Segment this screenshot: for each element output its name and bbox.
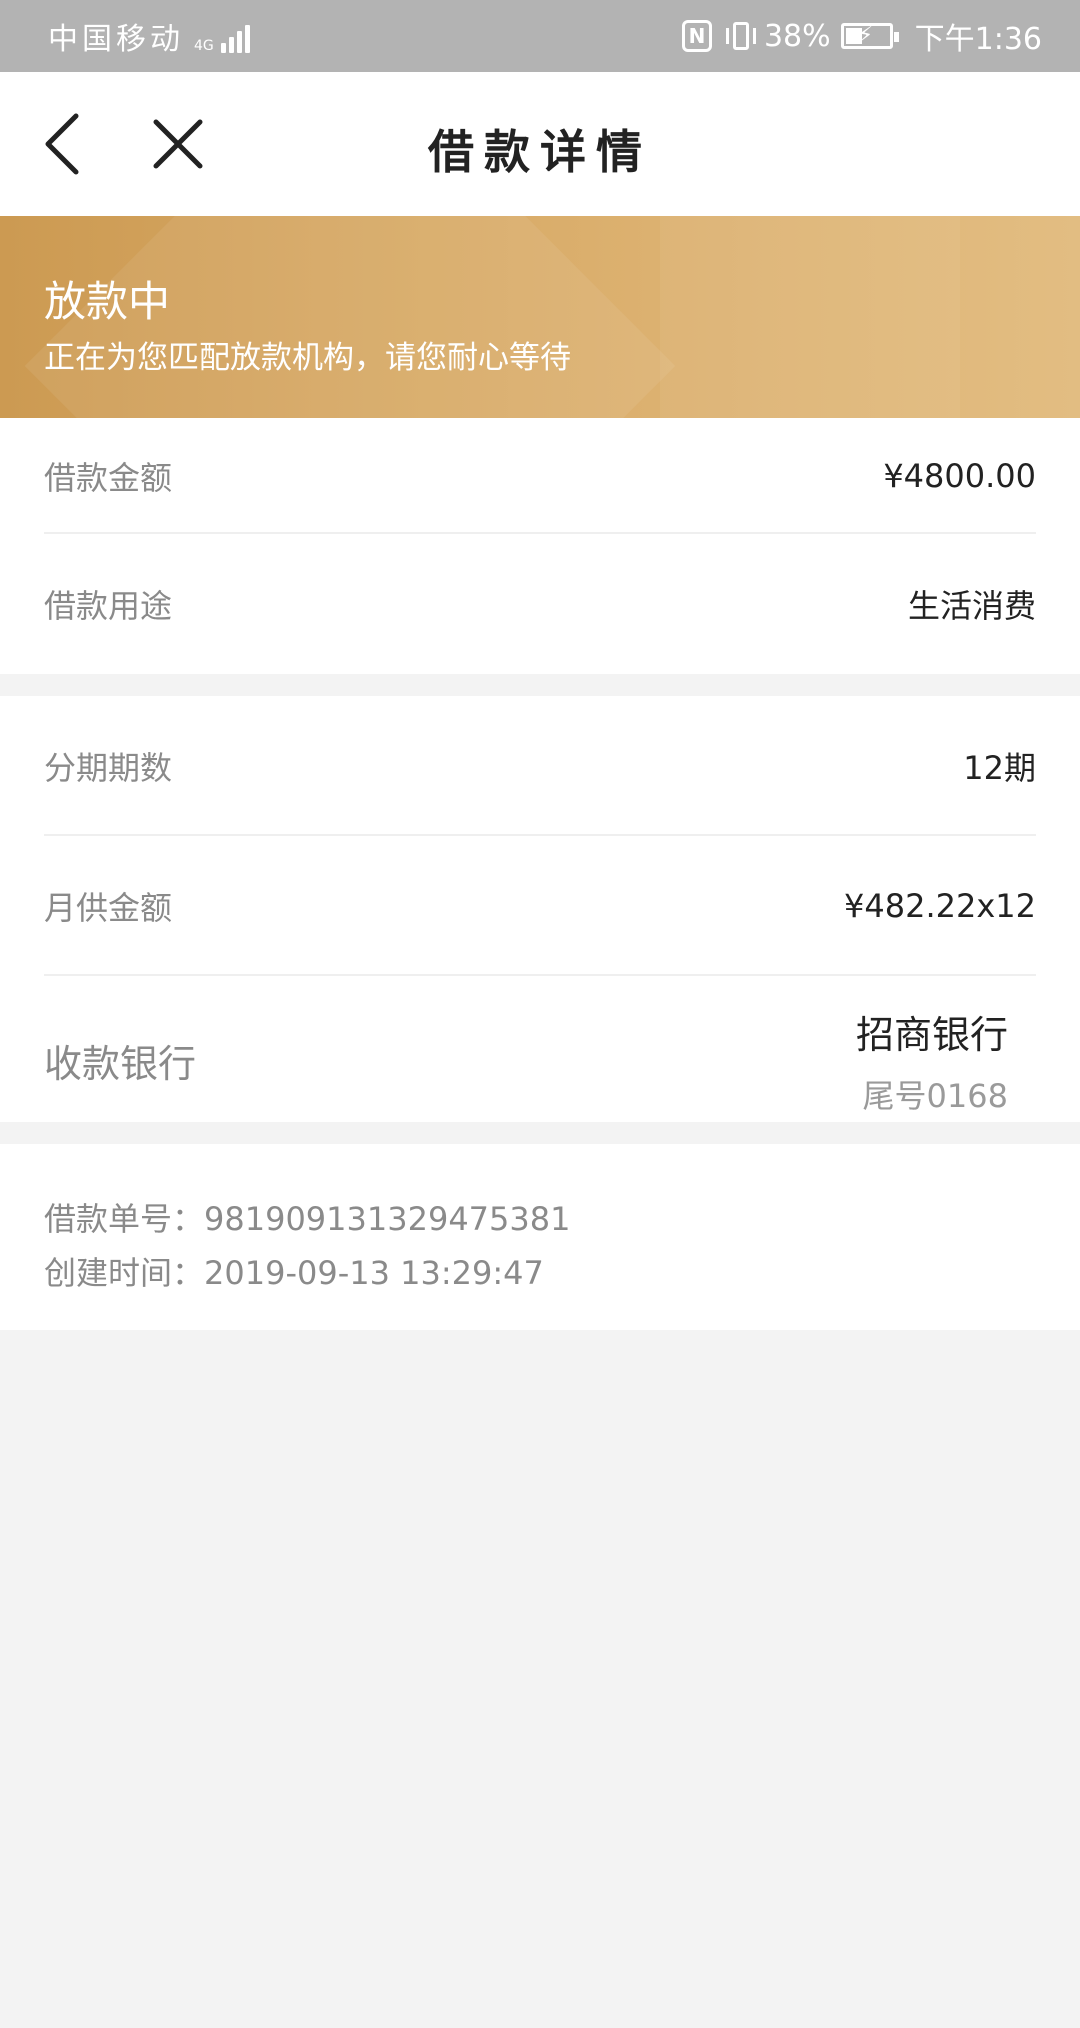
carrier-name: 中国移动 (48, 22, 184, 57)
loan-amount-row: 借款金额 ¥4800.00 (44, 418, 1036, 534)
bank-card-tail: 尾号0168 (862, 1076, 1008, 1115)
receiving-bank-info: 招商银行 尾号0168 (856, 1004, 1008, 1117)
installment-periods-row: 分期期数 12期 (44, 696, 1036, 836)
receiving-bank-label: 收款银行 (44, 1041, 197, 1086)
loan-purpose-row: 借款用途 生活消费 (44, 534, 1036, 674)
created-time: 创建时间：2019-09-13 13:29:47 (44, 1254, 544, 1292)
battery-percent: 38% (763, 18, 831, 54)
bank-name: 招商银行 (855, 1012, 1008, 1057)
order-info: 借款单号：981909131329475381 创建时间：2019-09-13 … (0, 1144, 1080, 1330)
battery-charging-icon: ⚡ (840, 23, 899, 49)
repayment-info-card: 分期期数 12期 月供金额 ¥482.22x12 收款银行 招商银行 尾号016… (0, 696, 1080, 1122)
loan-status-banner: 放款中 正在为您匹配放款机构，请您耐心等待 (0, 216, 1080, 418)
loan-status-title: 放款中 (44, 277, 171, 326)
navigation-bar: 借款详情 (0, 72, 1080, 216)
loan-amount-value: ¥4800.00 (883, 457, 1036, 495)
clock: 下午1:36 (914, 22, 1042, 57)
network-type: 4G (194, 38, 214, 54)
monthly-payment-row: 月供金额 ¥482.22x12 (44, 836, 1036, 976)
receiving-bank-row: 收款银行 招商银行 尾号0168 (44, 976, 1036, 1144)
installment-periods-label: 分期期数 (44, 749, 173, 787)
loan-purpose-value: 生活消费 (907, 587, 1036, 625)
installment-periods-value: 12期 (963, 749, 1036, 787)
nfc-icon: N (681, 20, 712, 52)
loan-order-number: 借款单号：981909131329475381 (44, 1200, 571, 1238)
status-bar: 中国移动 4G N 38% ⚡ 下午1:36 (0, 0, 1080, 72)
monthly-payment-value: ¥482.22x12 (844, 887, 1036, 925)
loan-status-message: 正在为您匹配放款机构，请您耐心等待 (44, 340, 571, 376)
status-right: N 38% ⚡ 下午1:36 (681, 14, 1042, 58)
signal-icon: 4G (194, 19, 250, 53)
page-title: 借款详情 (428, 125, 652, 179)
monthly-payment-label: 月供金额 (44, 889, 173, 927)
loan-info-card: 借款金额 ¥4800.00 借款用途 生活消费 (0, 418, 1080, 674)
status-left: 中国移动 4G (48, 14, 250, 58)
loan-amount-label: 借款金额 (44, 459, 173, 497)
vibrate-icon (725, 22, 756, 50)
loan-purpose-label: 借款用途 (44, 587, 173, 625)
